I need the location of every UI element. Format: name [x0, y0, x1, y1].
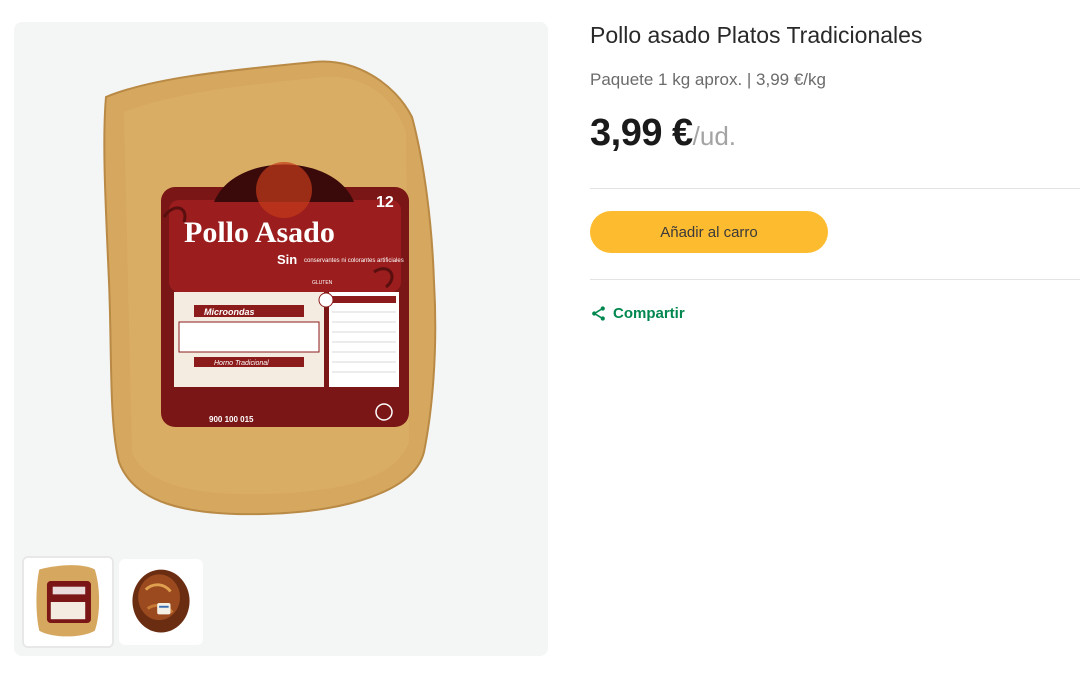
thumbnail-cooked-chicken-image — [121, 561, 201, 643]
share-button[interactable]: Compartir — [590, 305, 685, 322]
share-icon — [592, 306, 605, 321]
product-title: Pollo asado Platos Tradicionales — [590, 22, 923, 48]
label-brand-text: Pollo Asado — [184, 216, 335, 249]
label-gluten-text: GLUTEN — [312, 280, 333, 286]
product-main-image[interactable]: 12 Pollo Asado Sin conservantes ni color… — [14, 22, 548, 552]
price-unit: /ud. — [692, 121, 737, 151]
thumbnail-package-image — [24, 558, 112, 646]
label-claim-text: conservantes ni colorantes artificiales — [304, 258, 404, 264]
share-label: Compartir — [613, 305, 685, 322]
price-row: 3,99 €/ud. — [590, 112, 736, 155]
divider — [590, 188, 1080, 189]
label-badge-12: 12 — [376, 194, 394, 211]
thumbnail-2[interactable] — [119, 559, 203, 645]
label-microondas-text: Microondas — [204, 307, 255, 317]
divider — [590, 279, 1080, 280]
product-package-info: Paquete 1 kg aprox. | 3,99 €/kg — [590, 70, 826, 89]
label-sin-text: Sin — [277, 252, 297, 267]
thumbnail-1[interactable] — [22, 556, 114, 648]
label-phone-text: 900 100 015 — [209, 415, 254, 424]
product-gallery: 12 Pollo Asado Sin conservantes ni color… — [14, 22, 548, 656]
label-horno-text: Horno Tradicional — [214, 360, 269, 367]
product-price: 3,99 € — [590, 112, 693, 154]
add-to-cart-button[interactable]: Añadir al carro — [590, 211, 828, 253]
